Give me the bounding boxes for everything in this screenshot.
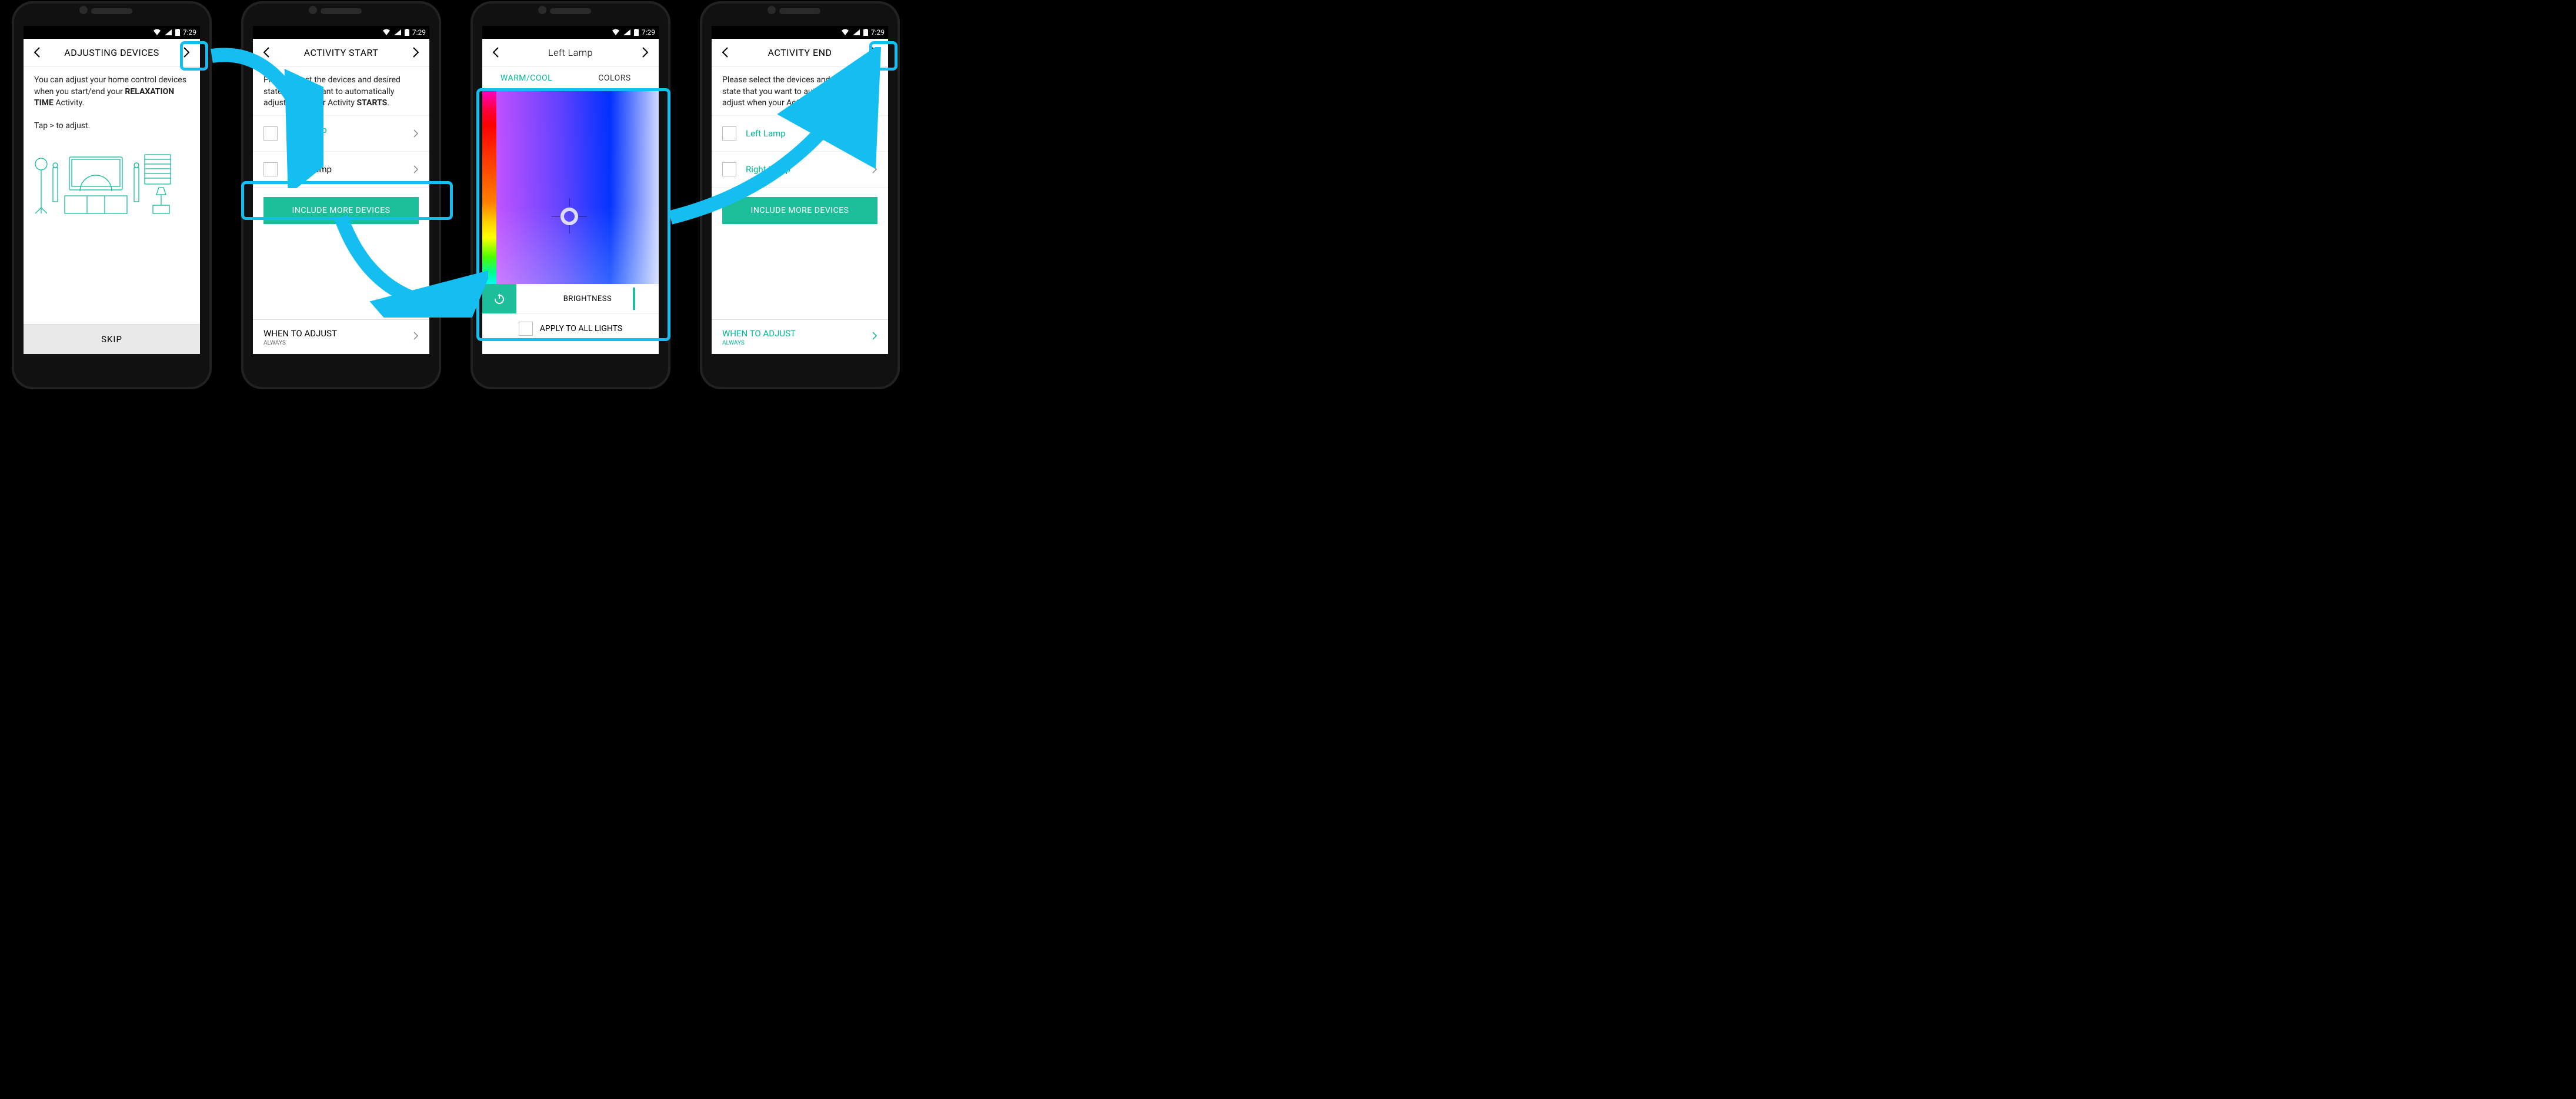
status-bar: 7:29: [712, 26, 888, 39]
power-icon: [493, 293, 505, 305]
chevron-right-icon: [413, 165, 419, 174]
device-label: Left Lamp: [746, 128, 872, 139]
content: WARM/COOL COLORS: [482, 66, 659, 354]
screen-activity-end: 7:29 ACTIVITY END Please select the devi…: [712, 26, 888, 354]
content: Please select the devices and desired st…: [712, 66, 888, 354]
device-row-right-lamp[interactable]: Right Lamp: [253, 152, 429, 188]
battery-icon: [634, 29, 639, 36]
skip-button[interactable]: SKIP: [24, 324, 200, 354]
back-button[interactable]: [488, 45, 503, 60]
saturation-value-panel[interactable]: [496, 90, 659, 284]
screen-adjusting-devices: 7:29 ADJUSTING DEVICES You can adjust yo…: [24, 26, 200, 354]
chevron-right-icon: [413, 129, 419, 138]
device-label: Right Lamp: [287, 164, 413, 175]
page-title: ACTIVITY START: [274, 47, 408, 58]
earpiece: [321, 8, 362, 14]
checkbox[interactable]: [263, 162, 278, 176]
phone-4: 7:29 ACTIVITY END Please select the devi…: [700, 1, 900, 389]
chevron-right-icon: [872, 129, 877, 138]
header: ADJUSTING DEVICES: [24, 39, 200, 66]
wifi-icon: [841, 29, 849, 36]
battery-icon: [863, 29, 868, 36]
battery-icon: [405, 29, 409, 36]
chevron-right-icon: [413, 331, 419, 343]
brightness-handle[interactable]: [633, 288, 635, 310]
phone-2: 7:29 ACTIVITY START Please select the de…: [241, 1, 441, 389]
wifi-icon: [612, 29, 620, 36]
living-room-illustration: [24, 150, 176, 221]
power-button[interactable]: [482, 284, 516, 313]
status-bar: 7:29: [253, 26, 429, 39]
page-title: ADJUSTING DEVICES: [45, 47, 179, 58]
status-bar: 7:29: [24, 26, 200, 39]
include-more-devices-button[interactable]: INCLUDE MORE DEVICES: [263, 197, 419, 224]
content: Please select the devices and desired st…: [253, 66, 429, 354]
page-title: Left Lamp: [503, 47, 638, 58]
checkbox[interactable]: [722, 162, 736, 176]
screen-activity-start: 7:29 ACTIVITY START Please select the de…: [253, 26, 429, 354]
next-button[interactable]: [408, 45, 423, 60]
header: ACTIVITY START: [253, 39, 429, 66]
header: Left Lamp: [482, 39, 659, 66]
device-row-left-lamp[interactable]: Left Lamp ON - 80%: [253, 115, 429, 152]
brightness-row: BRIGHTNESS: [482, 284, 659, 313]
when-label: WHEN TO ADJUST ALWAYS: [263, 328, 413, 346]
wifi-icon: [153, 29, 161, 36]
content: You can adjust your home control devices…: [24, 66, 200, 354]
apply-all-row[interactable]: APPLY TO ALL LIGHTS: [482, 313, 659, 343]
page-title: ACTIVITY END: [733, 47, 867, 58]
screen-left-lamp: 7:29 Left Lamp WARM/COOL COLORS: [482, 26, 659, 354]
when-to-adjust-row[interactable]: WHEN TO ADJUST ALWAYS: [712, 319, 888, 354]
signal-icon: [393, 29, 402, 36]
front-camera: [79, 6, 88, 14]
back-button[interactable]: [718, 45, 733, 60]
back-button[interactable]: [29, 45, 45, 60]
front-camera: [309, 6, 317, 14]
earpiece: [550, 8, 591, 14]
signal-icon: [164, 29, 172, 36]
battery-icon: [175, 29, 180, 36]
back-button[interactable]: [259, 45, 274, 60]
earpiece: [91, 8, 132, 14]
clock: 7:29: [412, 28, 426, 36]
next-button[interactable]: [867, 45, 882, 60]
instruction-text: Please select the devices and desired st…: [712, 66, 888, 115]
wifi-icon: [382, 29, 391, 36]
header: ACTIVITY END: [712, 39, 888, 66]
tab-warm-cool[interactable]: WARM/COOL: [482, 74, 570, 83]
status-bar: 7:29: [482, 26, 659, 39]
when-label: WHEN TO ADJUST ALWAYS: [722, 328, 872, 346]
chevron-right-icon: [872, 165, 877, 174]
brightness-slider[interactable]: BRIGHTNESS: [516, 284, 659, 313]
hue-slider[interactable]: [482, 90, 496, 284]
when-to-adjust-row[interactable]: WHEN TO ADJUST ALWAYS: [253, 319, 429, 354]
device-row-right-lamp[interactable]: Right Lamp: [712, 152, 888, 188]
checkbox[interactable]: [722, 126, 736, 141]
tab-colors[interactable]: COLORS: [570, 74, 659, 83]
clock: 7:29: [642, 28, 655, 36]
instruction-text: Please select the devices and desired st…: [253, 66, 429, 115]
phone-1: 7:29 ADJUSTING DEVICES You can adjust yo…: [12, 1, 212, 389]
front-camera: [768, 6, 776, 14]
earpiece: [779, 8, 820, 14]
color-handle[interactable]: [560, 208, 578, 225]
front-camera: [538, 6, 546, 14]
chevron-right-icon: [872, 331, 877, 343]
next-button[interactable]: [179, 45, 194, 60]
checkbox[interactable]: [263, 126, 278, 141]
device-label: Right Lamp: [746, 164, 872, 175]
phone-3: 7:29 Left Lamp WARM/COOL COLORS: [471, 1, 670, 389]
color-mode-tabs: WARM/COOL COLORS: [482, 66, 659, 90]
clock: 7:29: [871, 28, 885, 36]
color-picker: [482, 90, 659, 284]
device-label: Left Lamp ON - 80%: [287, 125, 413, 142]
checkbox[interactable]: [519, 322, 533, 336]
instruction-text: You can adjust your home control devices…: [24, 66, 200, 138]
signal-icon: [623, 29, 631, 36]
next-button[interactable]: [638, 45, 653, 60]
device-row-left-lamp[interactable]: Left Lamp: [712, 115, 888, 152]
include-more-devices-button[interactable]: INCLUDE MORE DEVICES: [722, 197, 877, 224]
clock: 7:29: [183, 28, 196, 36]
signal-icon: [852, 29, 860, 36]
